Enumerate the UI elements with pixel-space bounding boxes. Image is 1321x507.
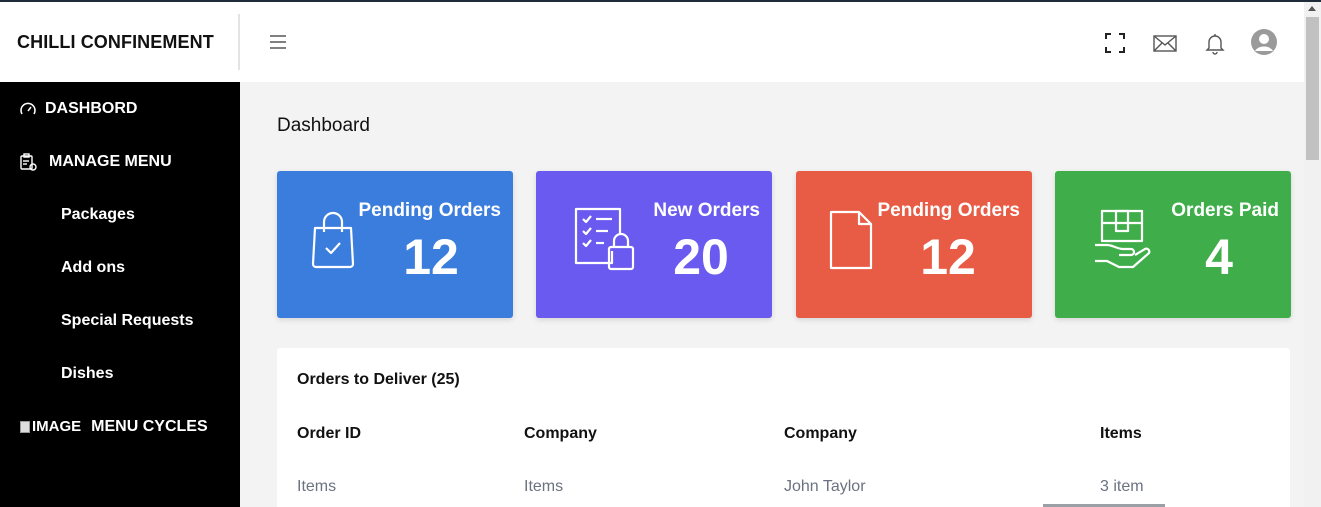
table-cell: Items (297, 478, 337, 495)
card-label: New Orders (653, 200, 760, 221)
card-label: Orders Paid (1171, 200, 1279, 221)
dashboard-gauge-icon (19, 100, 37, 118)
sidebar-item-manage-menu[interactable]: MANAGE MENU (0, 135, 240, 188)
sidebar-item-dishes[interactable]: Dishes (0, 347, 240, 400)
sidebar-item-label: Add ons (61, 258, 125, 276)
menu-icon[interactable] (268, 32, 288, 52)
window-top-border (0, 0, 1321, 2)
top-header (240, 2, 1304, 82)
column-header: Company (524, 425, 597, 442)
table-title: Orders to Deliver (25) (297, 371, 460, 388)
sidebar-item-packages[interactable]: Packages (0, 188, 240, 241)
fullscreen-icon[interactable] (1102, 30, 1128, 56)
card-value: 20 (673, 229, 729, 285)
checklist-lock-icon (574, 207, 638, 271)
broken-image-icon: IMAGE (20, 418, 81, 435)
clipboard-gear-icon (19, 152, 37, 171)
card-value: 12 (403, 229, 459, 285)
orders-table-card: Orders to Deliver (25) Order ID Company … (277, 348, 1290, 507)
main-content: Dashboard Pending Orders 12 New Orders 2… (240, 82, 1304, 507)
stat-card-orders-paid[interactable]: Orders Paid 4 (1055, 171, 1291, 318)
table-cell: John Taylor (784, 478, 866, 495)
stat-card-pending-orders[interactable]: Pending Orders 12 (277, 171, 513, 318)
brand[interactable]: CHILLI CONFINEMENT (0, 2, 240, 82)
scroll-up-arrow-icon[interactable] (1308, 6, 1316, 11)
sidebar-item-label: Packages (61, 205, 135, 223)
user-avatar-icon[interactable] (1250, 28, 1278, 56)
sidebar-item-dashboard[interactable]: DASHBORD (0, 82, 240, 135)
sidebar-item-label: DASHBORD (45, 99, 138, 117)
card-label: Pending Orders (877, 200, 1020, 221)
sidebar-item-label: MANAGE MENU (49, 152, 172, 170)
column-header: Items (1100, 425, 1142, 442)
hand-package-icon (1093, 209, 1153, 273)
sidebar: DASHBORD MANAGE MENU Packages Add ons Sp… (0, 82, 240, 507)
sidebar-item-special-requests[interactable]: Special Requests (0, 294, 240, 347)
mail-icon[interactable] (1152, 30, 1178, 56)
vertical-scrollbar[interactable] (1304, 2, 1321, 507)
card-label: Pending Orders (358, 200, 501, 221)
sidebar-item-label: Dishes (61, 364, 114, 382)
sidebar-item-menu-cycles[interactable]: IMAGE MENU CYCLES (0, 400, 240, 453)
column-header: Order ID (297, 425, 362, 442)
card-value: 12 (920, 229, 976, 285)
card-value: 4 (1205, 229, 1233, 285)
bell-icon[interactable] (1202, 30, 1228, 56)
stat-card-pending-orders-2[interactable]: Pending Orders 12 (796, 171, 1032, 318)
stat-card-new-orders[interactable]: New Orders 20 (536, 171, 772, 318)
sidebar-item-add-ons[interactable]: Add ons (0, 241, 240, 294)
column-header: Company (784, 425, 857, 442)
sidebar-item-label: Special Requests (61, 311, 194, 329)
table-cell: Items (524, 478, 564, 495)
sidebar-item-label: MENU CYCLES (91, 417, 208, 435)
brand-name: CHILLI CONFINEMENT (17, 31, 214, 52)
scrollbar-thumb[interactable] (1306, 17, 1319, 160)
table-cell: 3 item (1100, 478, 1144, 495)
shopping-bag-check-icon (307, 206, 363, 270)
page-title: Dashboard (277, 115, 370, 136)
